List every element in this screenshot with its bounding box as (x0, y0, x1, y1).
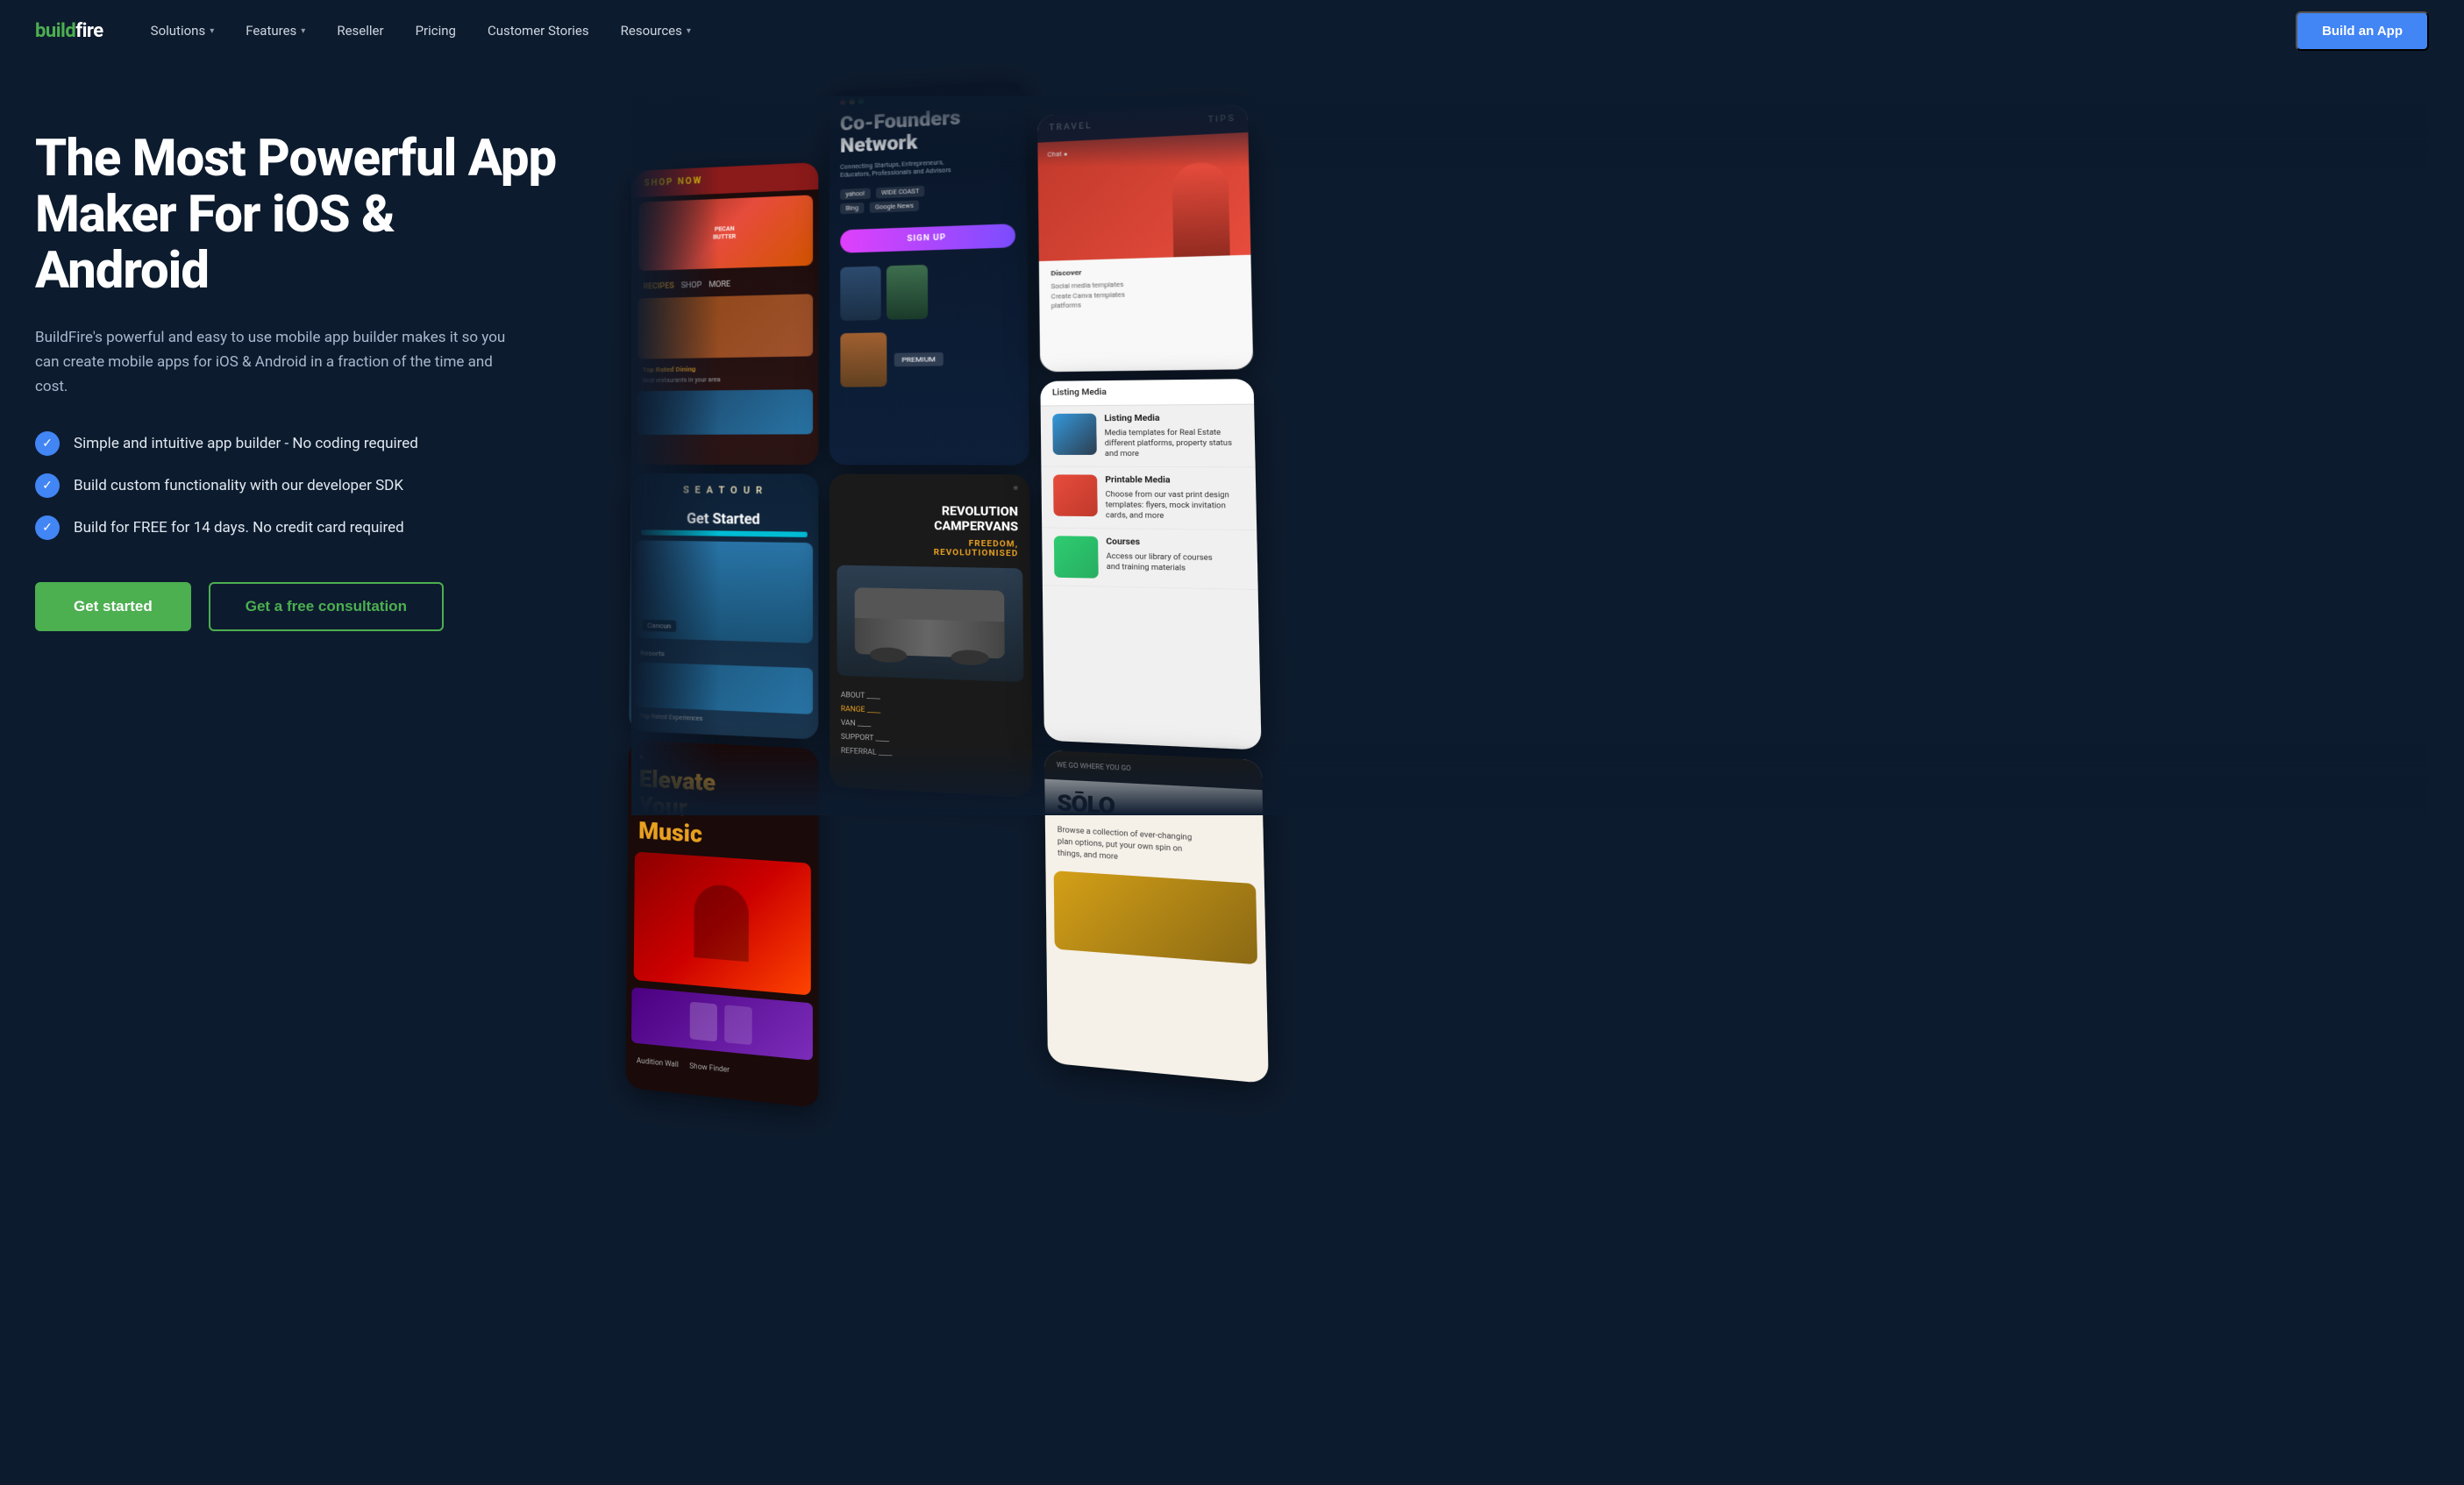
wide-badge: WIDE COAST (876, 186, 925, 199)
music-title: ElevateYourMusic (628, 766, 818, 856)
network-title: Co-FoundersNetwork (830, 103, 1027, 164)
nav-solutions[interactable]: Solutions ▾ (139, 16, 227, 46)
phones-container: SHOP NOW PECANBUTTER RECIPES SHOP MORE T… (628, 61, 2464, 1002)
chevron-down-icon: ▾ (210, 26, 214, 36)
campervan-img (837, 565, 1023, 683)
check-icon-1: ✓ (35, 431, 60, 456)
bing-badge: Bing (840, 202, 864, 214)
chevron-down-icon: ▾ (687, 26, 691, 36)
travel-img: Cancun (635, 540, 813, 643)
google-news-badge: Google News (870, 201, 920, 213)
food-header: SHOP NOW (634, 162, 819, 197)
phone-column-1: SHOP NOW PECANBUTTER RECIPES SHOP MORE T… (628, 162, 818, 833)
travel-title: Get Started (630, 506, 818, 532)
app-card-travel2: TRAVEL TIPS Chat ● Discover Social media… (1037, 104, 1253, 372)
phone-column-3: TRAVEL TIPS Chat ● Discover Social media… (1037, 104, 1264, 860)
chevron-down-icon: ▾ (301, 26, 305, 36)
listing-text-1: Listing Media Media templates for Real E… (1104, 413, 1243, 459)
nav-resources[interactable]: Resources ▾ (609, 16, 703, 46)
person-avatar-1 (840, 266, 880, 321)
build-app-button[interactable]: Build an App (2296, 11, 2429, 51)
person-avatar-2 (887, 265, 928, 320)
navbar: buildfire Solutions ▾ Features ▾ Reselle… (0, 0, 2464, 61)
travel-header: S E A T O U R (630, 473, 818, 508)
food-section: Top Rated Dining Best restaurants in you… (632, 356, 819, 391)
hero-title: The Most Powerful App Maker For iOS & An… (35, 131, 579, 299)
network-logos: yahoo! WIDE COAST Bing Google News (830, 173, 1027, 224)
app-mockups: SHOP NOW PECANBUTTER RECIPES SHOP MORE T… (631, 96, 2429, 815)
nav-links: Solutions ▾ Features ▾ Reseller Pricing … (139, 16, 2296, 46)
app-card-music: ≡ ElevateYourMusic Audition Wall (625, 740, 818, 1108)
premium-section: PREMIUM (830, 324, 1029, 393)
premium-person (840, 332, 887, 387)
app-card-solo: WE GO WHERE YOU GO SŌLO Browse a collect… (1044, 750, 1269, 1084)
listing-header: Listing Media (1040, 379, 1254, 406)
travel-overlay: Cancun (642, 620, 676, 632)
listing-text-3: Courses Access our library of coursesand… (1106, 536, 1213, 573)
campervan-menu: ABOUT ____ RANGE ____ VAN ____ SUPPORT _… (830, 683, 1033, 771)
app-card-campervan: ≡ REVOLUTIONCAMPERVANS FREEDOM,REVOLUTIO… (830, 474, 1033, 798)
premium-label: PREMIUM (894, 352, 944, 366)
hero-section: The Most Powerful App Maker For iOS & An… (0, 61, 2464, 1485)
get-started-button[interactable]: Get started (35, 582, 191, 631)
nav-customer-stories[interactable]: Customer Stories (475, 16, 602, 46)
free-consultation-button[interactable]: Get a free consultation (209, 582, 444, 631)
solo-img (1054, 870, 1257, 964)
listing-thumb-3 (1054, 536, 1099, 579)
campervan-subtitle: FREEDOM,REVOLUTIONISED (830, 536, 1030, 561)
yahoo-badge: yahoo! (840, 188, 870, 201)
checklist-item-1: ✓ Simple and intuitive app builder - No … (35, 431, 579, 456)
phone-column-2: Co-FoundersNetwork Connecting Startups, … (830, 80, 1034, 846)
listing-item-1: Listing Media Media templates for Real E… (1041, 405, 1256, 468)
nav-reseller[interactable]: Reseller (324, 16, 395, 46)
music-img (634, 851, 811, 995)
hero-content: The Most Powerful App Maker For iOS & An… (35, 114, 579, 631)
checklist-item-3: ✓ Build for FREE for 14 days. No credit … (35, 515, 579, 540)
listing-item-3: Courses Access our library of coursesand… (1042, 529, 1258, 591)
campervan-title: REVOLUTIONCAMPERVANS (830, 501, 1030, 539)
listing-thumb-1 (1052, 414, 1097, 455)
checklist-item-2: ✓ Build custom functionality with our de… (35, 473, 579, 498)
check-icon-2: ✓ (35, 473, 60, 498)
logo[interactable]: buildfire (35, 20, 103, 42)
hero-checklist: ✓ Simple and intuitive app builder - No … (35, 431, 579, 540)
app-card-travel: S E A T O U R Get Started Cancun Resorts… (629, 473, 818, 740)
network-persons (830, 254, 1028, 328)
listing-thumb-2 (1053, 475, 1098, 517)
hero-buttons: Get started Get a free consultation (35, 582, 579, 631)
hero-subtitle: BuildFire's powerful and easy to use mob… (35, 325, 526, 399)
check-icon-3: ✓ (35, 515, 60, 540)
app-card-network: Co-FoundersNetwork Connecting Startups, … (830, 80, 1029, 465)
network-signup-btn[interactable]: SIGN UP (840, 224, 1015, 253)
app-card-food: SHOP NOW PECANBUTTER RECIPES SHOP MORE T… (631, 162, 818, 465)
listing-text-2: Printable Media Choose from our vast pri… (1105, 475, 1243, 522)
listing-item-2: Printable Media Choose from our vast pri… (1041, 467, 1257, 531)
nav-features[interactable]: Features ▾ (233, 16, 317, 46)
app-card-listing: Listing Media Listing Media Media templa… (1040, 379, 1261, 750)
nav-pricing[interactable]: Pricing (403, 16, 468, 46)
logo-row-2: Bing Google News (840, 196, 1015, 214)
